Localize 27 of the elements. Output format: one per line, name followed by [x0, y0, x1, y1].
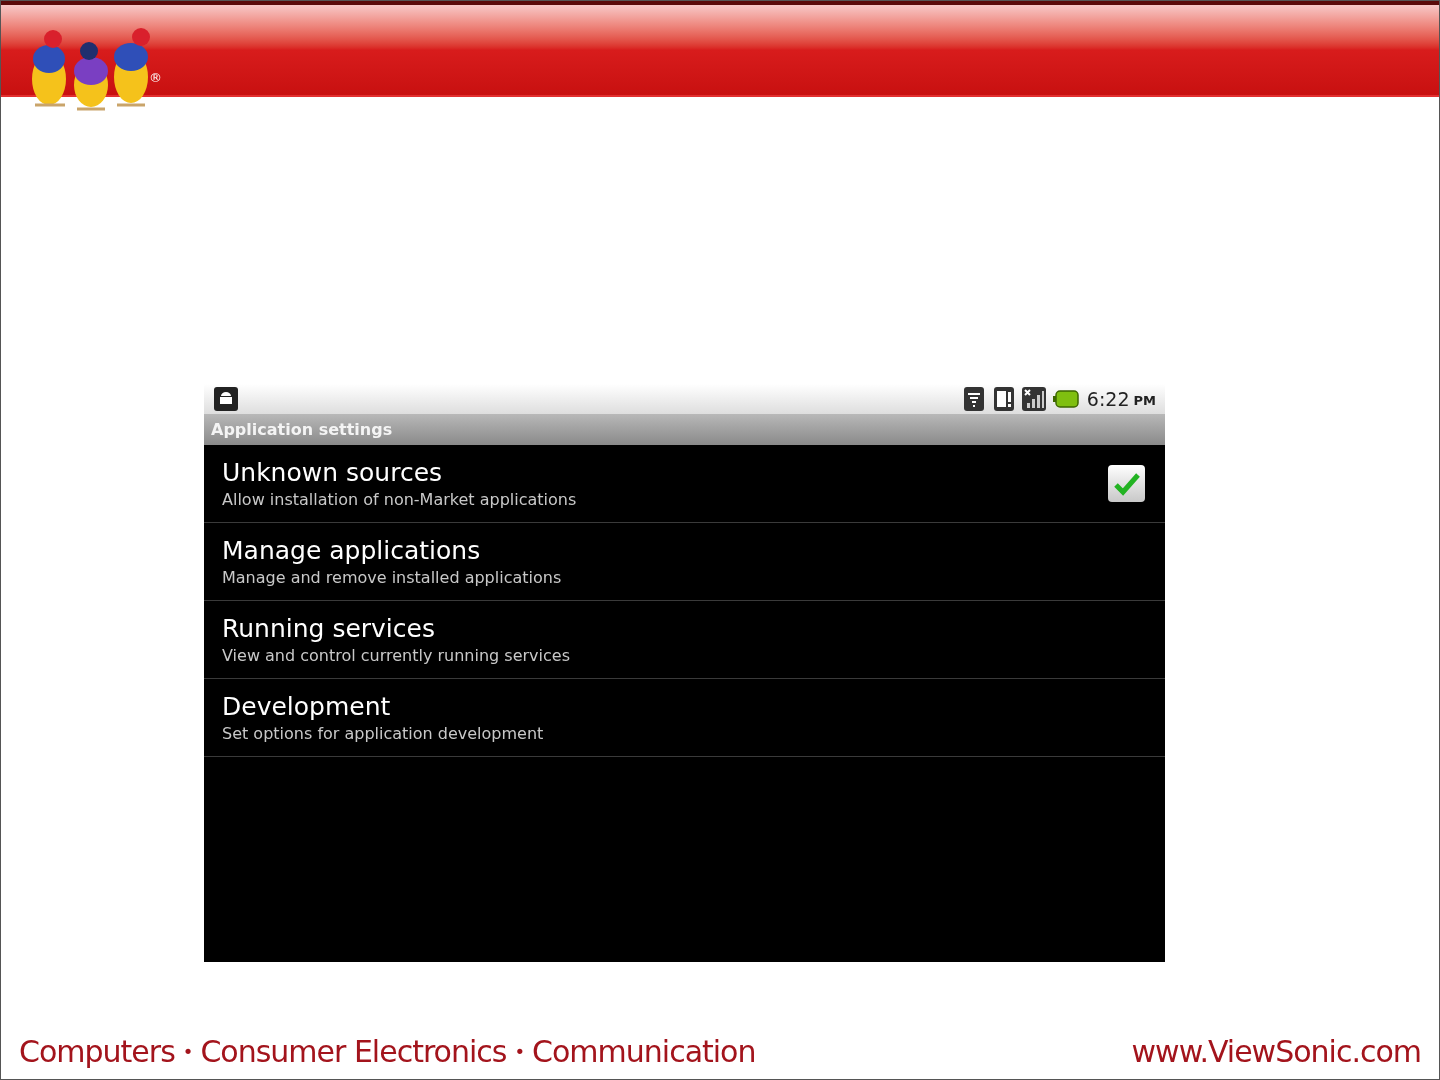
item-summary: Allow installation of non-Market applications	[222, 488, 578, 511]
item-title: Running services	[222, 612, 436, 645]
settings-item[interactable]: Running services View and control currently running services	[204, 601, 1165, 679]
checkbox[interactable]	[1108, 465, 1145, 502]
tagline-word: Consumer Electronics	[200, 1032, 507, 1071]
sd-card-icon	[992, 386, 1015, 412]
clock-period: PM	[1133, 392, 1156, 411]
item-summary: View and control currently running services	[222, 644, 571, 667]
item-summary: Set options for application development	[222, 722, 545, 745]
settings-item[interactable]: Manage applications Manage and remove installed applications	[204, 523, 1165, 601]
registered-mark: ®	[149, 68, 162, 87]
settings-item[interactable]: Unknown sources Allow installation of non-Market applications	[204, 445, 1165, 523]
settings-item[interactable]: Development Set options for application development	[204, 679, 1165, 757]
separator-dot: •	[182, 1039, 193, 1064]
clock-time: 6:22	[1086, 386, 1130, 412]
item-summary: Manage and remove installed applications	[222, 566, 563, 589]
signal-icon	[1020, 386, 1047, 412]
tagline-word: Communication	[532, 1032, 756, 1071]
wifi-icon	[962, 386, 985, 412]
tagline-word: Computers	[19, 1032, 175, 1071]
item-title: Development	[222, 690, 392, 723]
battery-icon	[1052, 390, 1079, 408]
screen-title: Application settings	[211, 418, 393, 441]
item-title: Manage applications	[222, 534, 482, 567]
separator-dot: •	[514, 1039, 525, 1064]
website-link[interactable]: www.ViewSonic.com	[1131, 1028, 1421, 1074]
item-title: Unknown sources	[222, 456, 444, 489]
